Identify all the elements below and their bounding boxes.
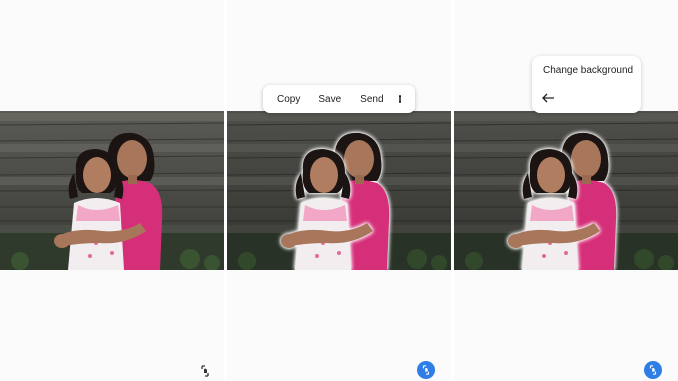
subject-select-button[interactable] <box>196 362 214 380</box>
copy-menu-item[interactable]: Copy <box>277 94 300 105</box>
photo-subject-highlight <box>454 111 678 270</box>
selection-context-menu: Copy Save Send <box>263 85 415 113</box>
save-menu-item[interactable]: Save <box>318 94 341 105</box>
send-menu-item[interactable]: Send <box>360 94 383 105</box>
panel-subject-selected: Copy Save Send <box>227 0 451 381</box>
photo <box>0 111 224 270</box>
panel-change-background: Change background <box>454 0 678 381</box>
subject-select-icon <box>648 365 658 375</box>
more-vert-icon[interactable] <box>398 95 402 103</box>
subject-select-button[interactable] <box>644 361 662 379</box>
panel-original <box>0 0 224 381</box>
subject-select-button[interactable] <box>417 361 435 379</box>
arrow-back-icon[interactable] <box>541 93 555 106</box>
photo-image <box>0 111 224 270</box>
change-background-popup: Change background <box>532 56 641 113</box>
subject-select-icon <box>421 365 431 375</box>
photo-image <box>454 111 678 270</box>
change-background-option[interactable]: Change background <box>543 65 633 76</box>
photo-subject-highlight <box>227 111 451 270</box>
photo-image <box>227 111 451 270</box>
subject-select-icon <box>199 365 211 377</box>
